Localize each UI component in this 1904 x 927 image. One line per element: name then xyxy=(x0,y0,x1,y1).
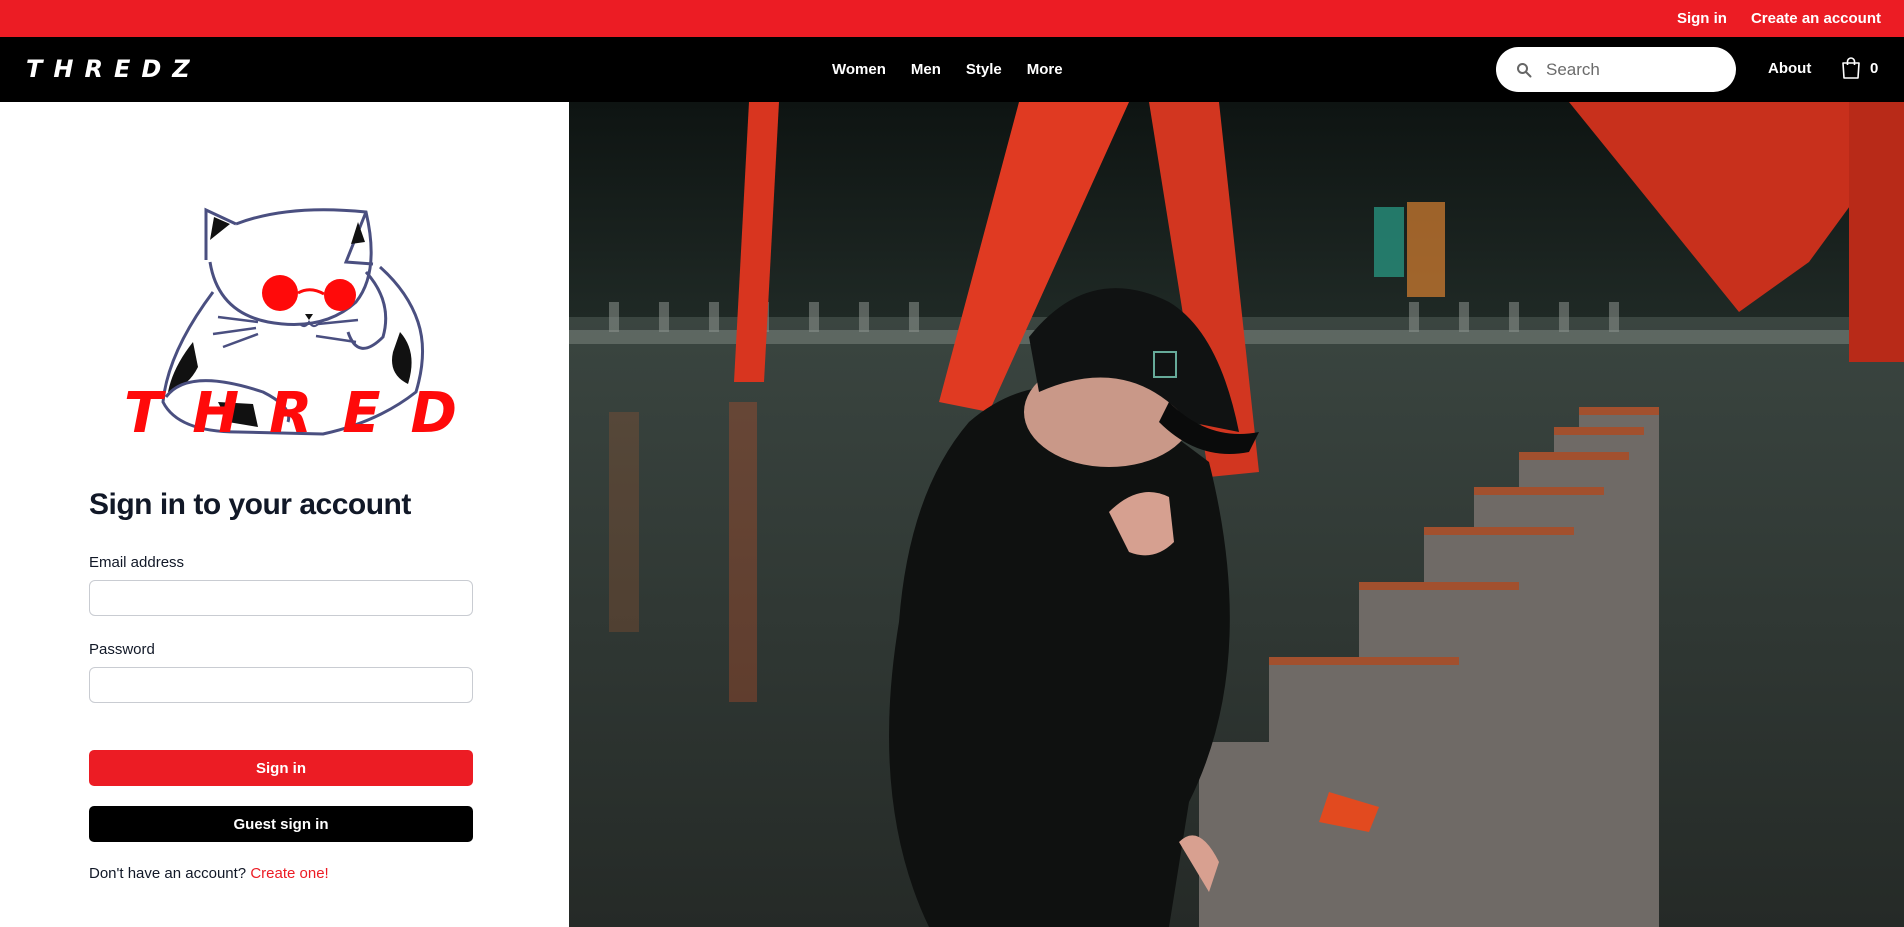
page-title: Sign in to your account xyxy=(89,488,411,521)
hero-photo xyxy=(569,102,1904,927)
top-sign-in-link[interactable]: Sign in xyxy=(1677,10,1727,27)
shopping-bag-icon xyxy=(1842,57,1860,79)
about-link[interactable]: About xyxy=(1768,60,1811,77)
create-account-link[interactable]: Create one! xyxy=(250,865,328,882)
cart-count: 0 xyxy=(1870,59,1879,77)
brand-logo-text: THREDZ xyxy=(124,381,458,442)
nav-more[interactable]: More xyxy=(1027,61,1063,78)
brand-logo: THREDZ xyxy=(118,152,528,447)
top-promo-bar: Sign in Create an account xyxy=(0,0,1904,37)
nav-women[interactable]: Women xyxy=(832,61,886,78)
guest-sign-in-button[interactable]: Guest sign in xyxy=(89,806,473,842)
search-input[interactable] xyxy=(1546,59,1716,80)
sign-in-form: Sign in to your account Email address Pa… xyxy=(89,488,473,882)
sign-in-panel: THREDZ Sign in to your account Email add… xyxy=(0,102,569,927)
top-create-account-link[interactable]: Create an account xyxy=(1751,10,1881,27)
cart-button[interactable]: 0 xyxy=(1841,57,1878,79)
email-field[interactable] xyxy=(89,580,473,616)
password-label: Password xyxy=(89,641,155,658)
no-account-text: Don't have an account? xyxy=(89,865,247,882)
header-logo[interactable]: THREDZ xyxy=(26,55,201,83)
sign-in-button[interactable]: Sign in xyxy=(89,750,473,786)
nav-style[interactable]: Style xyxy=(966,61,1002,78)
search-box[interactable] xyxy=(1496,47,1736,92)
nav-men[interactable]: Men xyxy=(911,61,941,78)
search-icon xyxy=(1517,62,1532,77)
signup-prompt: Don't have an account? Create one! xyxy=(89,865,473,882)
main-navbar: THREDZ Women Men Style More About 0 xyxy=(0,37,1904,102)
cat-mascot-icon: THREDZ xyxy=(124,207,528,446)
hero-photo-illustration xyxy=(569,102,1904,927)
password-field[interactable] xyxy=(89,667,473,703)
email-label: Email address xyxy=(89,554,185,571)
main-nav: Women Men Style More xyxy=(832,37,1063,102)
